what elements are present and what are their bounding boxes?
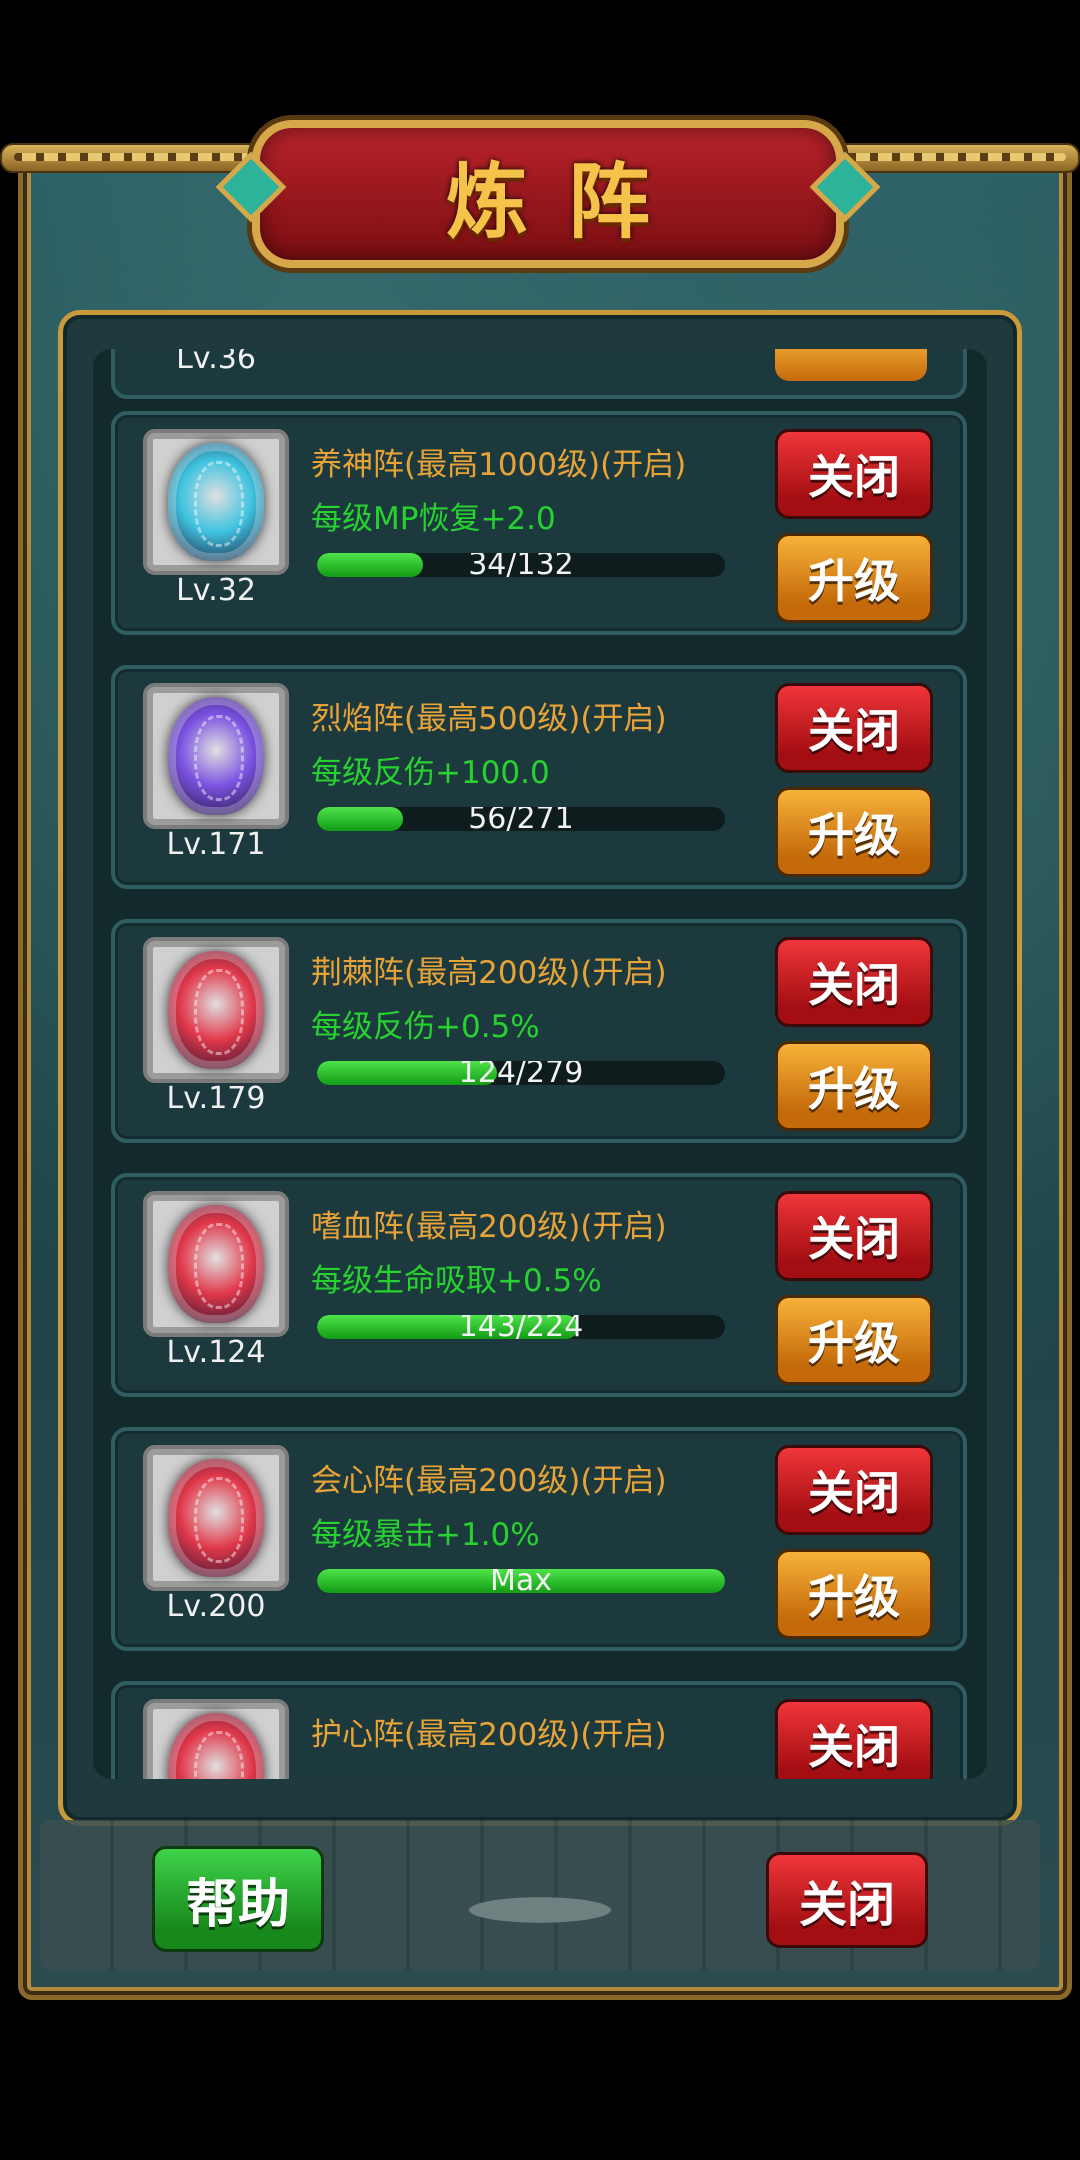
upgrade-button[interactable]: 升级 bbox=[775, 1295, 933, 1385]
formation-gem-slot[interactable] bbox=[143, 1699, 289, 1779]
progress-bar: 56/271 bbox=[317, 807, 725, 831]
page-title: 炼阵 bbox=[445, 154, 690, 250]
upgrade-button[interactable]: 升级 bbox=[775, 1549, 933, 1639]
jade-pendant-icon bbox=[168, 697, 264, 815]
formation-level: Lv.36 bbox=[176, 349, 256, 376]
formation-card: 护心阵(最高200级)(开启) 关闭 bbox=[111, 1681, 967, 1779]
close-formation-button[interactable]: 关闭 bbox=[775, 937, 933, 1027]
progress-text: 124/279 bbox=[458, 1061, 584, 1085]
upgrade-button[interactable]: 升级 bbox=[775, 1041, 933, 1131]
close-formation-button[interactable]: 关闭 bbox=[775, 1191, 933, 1281]
formation-effect: 每级反伤+0.5% bbox=[311, 1009, 540, 1045]
progress-bar: 124/279 bbox=[317, 1061, 725, 1085]
progress-bar: Max bbox=[317, 1569, 725, 1593]
formation-card: Lv.200 会心阵(最高200级)(开启) 每级暴击+1.0% Max 关闭 … bbox=[111, 1427, 967, 1651]
progress-text: Max bbox=[489, 1569, 553, 1593]
formation-name: 烈焰阵(最高500级)(开启) bbox=[311, 701, 667, 737]
jade-pendant-icon bbox=[168, 1459, 264, 1577]
formation-name: 养神阵(最高1000级)(开启) bbox=[311, 447, 687, 483]
formation-gem-slot[interactable] bbox=[143, 683, 289, 829]
formation-card: Lv.179 荆棘阵(最高200级)(开启) 每级反伤+0.5% 124/279… bbox=[111, 919, 967, 1143]
formation-level: Lv.179 bbox=[166, 1081, 266, 1116]
upgrade-button-partial[interactable] bbox=[775, 349, 927, 381]
progress-text: 56/271 bbox=[468, 807, 574, 831]
formation-effect: 每级暴击+1.0% bbox=[311, 1517, 540, 1553]
progress-text: 143/224 bbox=[458, 1315, 584, 1339]
progress-bar: 34/132 bbox=[317, 553, 725, 577]
formation-name: 会心阵(最高200级)(开启) bbox=[311, 1463, 667, 1499]
formation-card: Lv.171 烈焰阵(最高500级)(开启) 每级反伤+100.0 56/271… bbox=[111, 665, 967, 889]
formation-gem-slot[interactable] bbox=[143, 429, 289, 575]
formation-card: Lv.124 嗜血阵(最高200级)(开启) 每级生命吸取+0.5% 143/2… bbox=[111, 1173, 967, 1397]
formation-effect: 每级MP恢复+2.0 bbox=[311, 501, 556, 537]
close-formation-button[interactable]: 关闭 bbox=[775, 1445, 933, 1535]
list-item-partial-top: Lv.36 bbox=[111, 349, 967, 399]
formation-name: 荆棘阵(最高200级)(开启) bbox=[311, 955, 667, 991]
formation-name: 嗜血阵(最高200级)(开启) bbox=[311, 1209, 667, 1245]
formation-level: Lv.124 bbox=[166, 1335, 266, 1370]
progress-bar: 143/224 bbox=[317, 1315, 725, 1339]
close-formation-button[interactable]: 关闭 bbox=[775, 429, 933, 519]
jade-pendant-icon bbox=[168, 1713, 264, 1779]
close-window-button[interactable]: 关闭 bbox=[766, 1852, 928, 1948]
jade-pendant-icon bbox=[168, 1205, 264, 1323]
formation-gem-slot[interactable] bbox=[143, 1191, 289, 1337]
close-formation-button[interactable]: 关闭 bbox=[775, 683, 933, 773]
formation-name: 护心阵(最高200级)(开启) bbox=[311, 1717, 667, 1753]
title-plate: 炼阵 bbox=[252, 120, 844, 268]
formation-list[interactable]: Lv.36 Lv.32 养神阵(最高1000级)(开启) 每级MP恢复+2.0 … bbox=[93, 349, 987, 1779]
upgrade-button[interactable]: 升级 bbox=[775, 533, 933, 623]
jade-pendant-icon bbox=[168, 443, 264, 561]
jade-pendant-icon bbox=[168, 951, 264, 1069]
upgrade-button[interactable]: 升级 bbox=[775, 787, 933, 877]
formation-gem-slot[interactable] bbox=[143, 937, 289, 1083]
formation-level: Lv.200 bbox=[166, 1589, 266, 1624]
progress-text: 34/132 bbox=[468, 553, 574, 577]
help-button[interactable]: 帮助 bbox=[152, 1846, 324, 1952]
formation-effect: 每级反伤+100.0 bbox=[311, 755, 550, 791]
formation-card: Lv.32 养神阵(最高1000级)(开启) 每级MP恢复+2.0 34/132… bbox=[111, 411, 967, 635]
formation-level: Lv.32 bbox=[176, 573, 256, 608]
close-formation-button[interactable]: 关闭 bbox=[775, 1699, 933, 1779]
formation-list-frame: Lv.36 Lv.32 养神阵(最高1000级)(开启) 每级MP恢复+2.0 … bbox=[58, 310, 1022, 1826]
formation-gem-slot[interactable] bbox=[143, 1445, 289, 1591]
formation-level: Lv.171 bbox=[166, 827, 266, 862]
formation-effect: 每级生命吸取+0.5% bbox=[311, 1263, 602, 1299]
